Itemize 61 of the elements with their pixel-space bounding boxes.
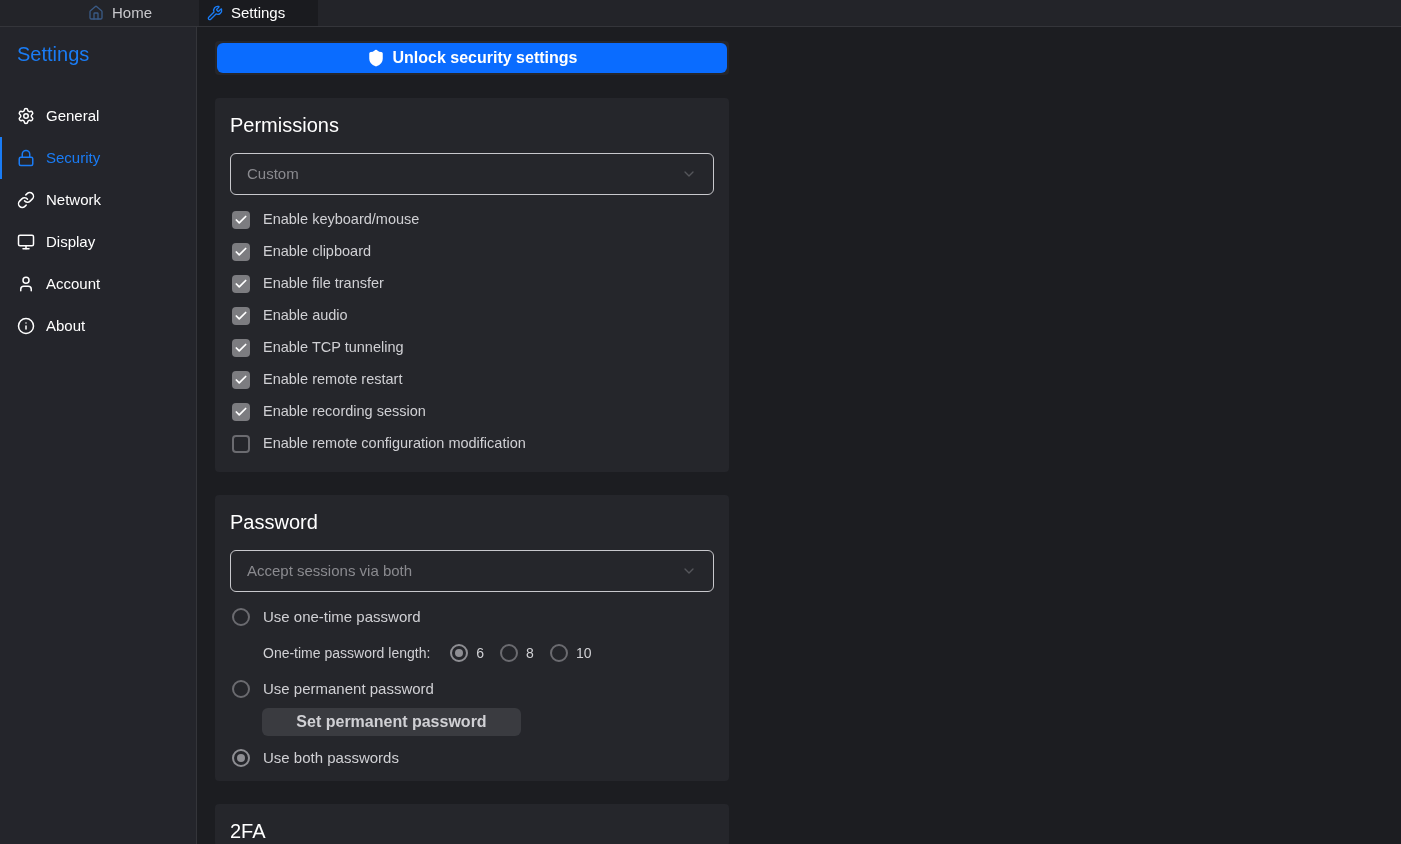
- section-title: 2FA: [230, 819, 267, 844]
- link-icon: [17, 191, 35, 209]
- checkbox[interactable]: [232, 371, 250, 389]
- check-icon: [234, 341, 248, 355]
- checkbox[interactable]: [232, 211, 250, 229]
- checkbox-label: Enable file transfer: [263, 274, 384, 294]
- info-icon: [17, 317, 35, 335]
- lock-icon: [17, 149, 35, 167]
- home-icon: [88, 5, 104, 21]
- radio-button[interactable]: [232, 680, 250, 698]
- radio-label: Use one-time password: [263, 606, 421, 627]
- tab[interactable]: Home: [80, 0, 199, 26]
- radio-label: 8: [526, 643, 534, 663]
- checkbox-label: Enable remote configuration modification: [263, 434, 526, 454]
- radio-button[interactable]: [450, 644, 469, 662]
- section-title: Permissions: [230, 113, 340, 138]
- sidebar-item[interactable]: General: [0, 95, 196, 137]
- shield-icon: [366, 49, 385, 67]
- length-label: One-time password length:: [263, 643, 431, 663]
- sidebar-item[interactable]: Display: [0, 221, 196, 263]
- tab[interactable]: Settings: [199, 0, 318, 26]
- gear-icon: [17, 107, 35, 125]
- radio-button[interactable]: [232, 608, 250, 626]
- radio-button[interactable]: [232, 749, 250, 767]
- person-icon: [17, 275, 35, 293]
- checkbox[interactable]: [232, 243, 250, 261]
- monitor-icon: [17, 233, 35, 251]
- wrench-icon: [207, 5, 223, 21]
- check-icon: [234, 373, 248, 387]
- checkbox-label: Enable recording session: [263, 402, 426, 422]
- checkbox-label: Enable audio: [263, 306, 348, 326]
- checkbox[interactable]: [232, 435, 250, 453]
- check-icon: [234, 213, 248, 227]
- checkbox[interactable]: [232, 307, 250, 325]
- section-title: Password: [230, 510, 319, 535]
- checkbox[interactable]: [232, 275, 250, 293]
- checkbox-label: Enable remote restart: [263, 370, 403, 390]
- sidebar-item[interactable]: Account: [0, 263, 196, 305]
- checkbox-label: Enable clipboard: [263, 242, 372, 262]
- radio-label: Use both passwords: [263, 747, 399, 768]
- sidebar-item[interactable]: About: [0, 305, 196, 347]
- radio-label: Use permanent password: [263, 678, 434, 699]
- radio-button[interactable]: [500, 644, 519, 662]
- radio-label: 6: [476, 643, 485, 663]
- checkbox[interactable]: [232, 339, 250, 357]
- check-icon: [234, 277, 248, 291]
- radio-button[interactable]: [549, 644, 568, 662]
- check-icon: [234, 245, 248, 259]
- dropdown[interactable]: Accept sessions via both: [230, 550, 714, 592]
- set-password-button[interactable]: Set permanent password: [262, 708, 521, 736]
- checkbox[interactable]: [232, 403, 250, 421]
- check-icon: [234, 309, 248, 323]
- radio-label: 10: [575, 643, 592, 663]
- checkbox-label: Enable TCP tunneling: [263, 338, 404, 358]
- check-icon: [234, 405, 248, 419]
- sidebar-item[interactable]: Network: [0, 179, 196, 221]
- dropdown[interactable]: Custom: [230, 153, 714, 195]
- sidebar-title: Settings: [16, 42, 91, 67]
- checkbox-label: Enable keyboard/mouse: [263, 210, 420, 230]
- unlock-button[interactable]: Unlock security settings: [217, 43, 727, 73]
- sidebar-item[interactable]: Security: [0, 137, 196, 179]
